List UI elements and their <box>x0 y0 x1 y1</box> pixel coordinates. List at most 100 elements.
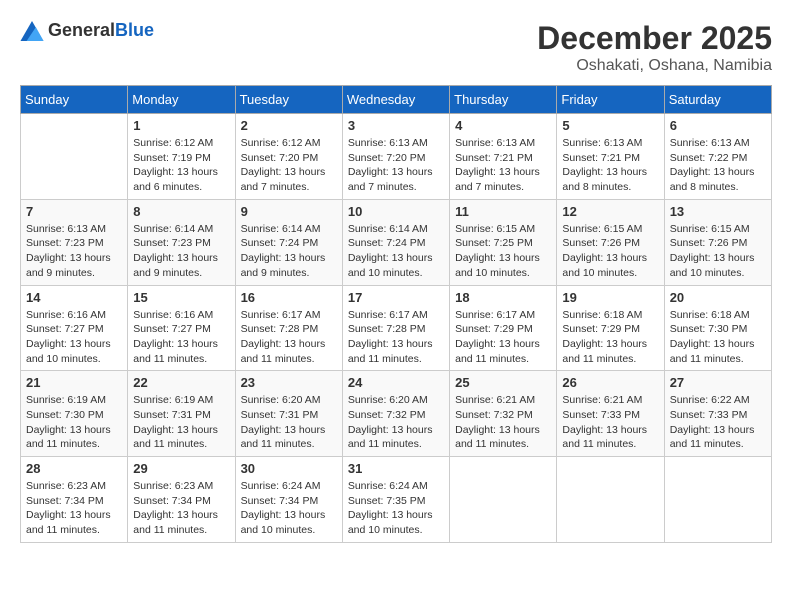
day-info: Sunrise: 6:14 AM Sunset: 7:24 PM Dayligh… <box>241 222 337 281</box>
calendar-cell: 20 Sunrise: 6:18 AM Sunset: 7:30 PM Dayli… <box>664 285 771 371</box>
header-thursday: Thursday <box>450 86 557 114</box>
month-title: December 2025 <box>537 20 772 57</box>
day-info: Sunrise: 6:16 AM Sunset: 7:27 PM Dayligh… <box>26 308 122 367</box>
calendar-week-5: 28 Sunrise: 6:23 AM Sunset: 7:34 PM Dayli… <box>21 457 772 543</box>
calendar-week-3: 14 Sunrise: 6:16 AM Sunset: 7:27 PM Dayli… <box>21 285 772 371</box>
calendar-week-4: 21 Sunrise: 6:19 AM Sunset: 7:30 PM Dayli… <box>21 371 772 457</box>
day-info: Sunrise: 6:23 AM Sunset: 7:34 PM Dayligh… <box>133 479 229 538</box>
day-number: 22 <box>133 375 229 390</box>
day-number: 12 <box>562 204 658 219</box>
day-number: 27 <box>670 375 766 390</box>
day-number: 31 <box>348 461 444 476</box>
calendar-cell: 19 Sunrise: 6:18 AM Sunset: 7:29 PM Dayli… <box>557 285 664 371</box>
day-info: Sunrise: 6:19 AM Sunset: 7:31 PM Dayligh… <box>133 393 229 452</box>
calendar-table: SundayMondayTuesdayWednesdayThursdayFrid… <box>20 85 772 543</box>
day-number: 17 <box>348 290 444 305</box>
day-info: Sunrise: 6:14 AM Sunset: 7:24 PM Dayligh… <box>348 222 444 281</box>
day-info: Sunrise: 6:20 AM Sunset: 7:32 PM Dayligh… <box>348 393 444 452</box>
day-info: Sunrise: 6:13 AM Sunset: 7:21 PM Dayligh… <box>562 136 658 195</box>
calendar-cell: 4 Sunrise: 6:13 AM Sunset: 7:21 PM Daylig… <box>450 114 557 200</box>
calendar-cell: 31Sunrise: 6:24 AM Sunset: 7:35 PM Dayli… <box>342 457 449 543</box>
day-info: Sunrise: 6:22 AM Sunset: 7:33 PM Dayligh… <box>670 393 766 452</box>
day-info: Sunrise: 6:17 AM Sunset: 7:29 PM Dayligh… <box>455 308 551 367</box>
day-info: Sunrise: 6:18 AM Sunset: 7:30 PM Dayligh… <box>670 308 766 367</box>
calendar-cell: 3 Sunrise: 6:13 AM Sunset: 7:20 PM Daylig… <box>342 114 449 200</box>
day-number: 11 <box>455 204 551 219</box>
logo-icon <box>20 21 44 41</box>
calendar-cell: 14 Sunrise: 6:16 AM Sunset: 7:27 PM Dayli… <box>21 285 128 371</box>
day-info: Sunrise: 6:19 AM Sunset: 7:30 PM Dayligh… <box>26 393 122 452</box>
day-number: 5 <box>562 118 658 133</box>
day-info: Sunrise: 6:23 AM Sunset: 7:34 PM Dayligh… <box>26 479 122 538</box>
day-info: Sunrise: 6:12 AM Sunset: 7:20 PM Dayligh… <box>241 136 337 195</box>
calendar-cell: 6Sunrise: 6:13 AM Sunset: 7:22 PM Daylig… <box>664 114 771 200</box>
day-info: Sunrise: 6:14 AM Sunset: 7:23 PM Dayligh… <box>133 222 229 281</box>
calendar-cell: 25 Sunrise: 6:21 AM Sunset: 7:32 PM Dayli… <box>450 371 557 457</box>
day-number: 29 <box>133 461 229 476</box>
calendar-cell: 13Sunrise: 6:15 AM Sunset: 7:26 PM Dayli… <box>664 199 771 285</box>
calendar-cell: 21 Sunrise: 6:19 AM Sunset: 7:30 PM Dayli… <box>21 371 128 457</box>
calendar-cell: 28 Sunrise: 6:23 AM Sunset: 7:34 PM Dayli… <box>21 457 128 543</box>
calendar-cell: 27 Sunrise: 6:22 AM Sunset: 7:33 PM Dayli… <box>664 371 771 457</box>
day-info: Sunrise: 6:16 AM Sunset: 7:27 PM Dayligh… <box>133 308 229 367</box>
calendar-cell: 10 Sunrise: 6:14 AM Sunset: 7:24 PM Dayli… <box>342 199 449 285</box>
day-info: Sunrise: 6:21 AM Sunset: 7:33 PM Dayligh… <box>562 393 658 452</box>
day-number: 2 <box>241 118 337 133</box>
day-number: 4 <box>455 118 551 133</box>
logo-blue: Blue <box>115 20 154 40</box>
day-number: 28 <box>26 461 122 476</box>
day-number: 24 <box>348 375 444 390</box>
day-info: Sunrise: 6:13 AM Sunset: 7:21 PM Dayligh… <box>455 136 551 195</box>
calendar-cell: 26 Sunrise: 6:21 AM Sunset: 7:33 PM Dayli… <box>557 371 664 457</box>
day-info: Sunrise: 6:13 AM Sunset: 7:23 PM Dayligh… <box>26 222 122 281</box>
calendar-cell: 24 Sunrise: 6:20 AM Sunset: 7:32 PM Dayli… <box>342 371 449 457</box>
day-number: 3 <box>348 118 444 133</box>
calendar-header-row: SundayMondayTuesdayWednesdayThursdayFrid… <box>21 86 772 114</box>
day-number: 7 <box>26 204 122 219</box>
calendar-cell: 18 Sunrise: 6:17 AM Sunset: 7:29 PM Dayli… <box>450 285 557 371</box>
day-info: Sunrise: 6:21 AM Sunset: 7:32 PM Dayligh… <box>455 393 551 452</box>
header-friday: Friday <box>557 86 664 114</box>
day-info: Sunrise: 6:20 AM Sunset: 7:31 PM Dayligh… <box>241 393 337 452</box>
calendar-cell: 2 Sunrise: 6:12 AM Sunset: 7:20 PM Daylig… <box>235 114 342 200</box>
calendar-cell <box>664 457 771 543</box>
location-subtitle: Oshakati, Oshana, Namibia <box>537 57 772 75</box>
day-info: Sunrise: 6:15 AM Sunset: 7:25 PM Dayligh… <box>455 222 551 281</box>
header-tuesday: Tuesday <box>235 86 342 114</box>
day-number: 25 <box>455 375 551 390</box>
calendar-cell: 22 Sunrise: 6:19 AM Sunset: 7:31 PM Dayli… <box>128 371 235 457</box>
calendar-cell: 11 Sunrise: 6:15 AM Sunset: 7:25 PM Dayli… <box>450 199 557 285</box>
day-number: 8 <box>133 204 229 219</box>
day-number: 19 <box>562 290 658 305</box>
header-sunday: Sunday <box>21 86 128 114</box>
logo-general: General <box>48 20 115 40</box>
calendar-cell <box>21 114 128 200</box>
day-info: Sunrise: 6:13 AM Sunset: 7:20 PM Dayligh… <box>348 136 444 195</box>
calendar-cell: 7 Sunrise: 6:13 AM Sunset: 7:23 PM Daylig… <box>21 199 128 285</box>
day-number: 30 <box>241 461 337 476</box>
calendar-cell: 8 Sunrise: 6:14 AM Sunset: 7:23 PM Daylig… <box>128 199 235 285</box>
day-number: 23 <box>241 375 337 390</box>
calendar-cell: 5 Sunrise: 6:13 AM Sunset: 7:21 PM Daylig… <box>557 114 664 200</box>
day-number: 18 <box>455 290 551 305</box>
header-saturday: Saturday <box>664 86 771 114</box>
day-number: 20 <box>670 290 766 305</box>
calendar-week-2: 7 Sunrise: 6:13 AM Sunset: 7:23 PM Daylig… <box>21 199 772 285</box>
day-number: 10 <box>348 204 444 219</box>
day-info: Sunrise: 6:13 AM Sunset: 7:22 PM Dayligh… <box>670 136 766 195</box>
calendar-cell: 30Sunrise: 6:24 AM Sunset: 7:34 PM Dayli… <box>235 457 342 543</box>
calendar-cell: 12 Sunrise: 6:15 AM Sunset: 7:26 PM Dayli… <box>557 199 664 285</box>
calendar-cell <box>557 457 664 543</box>
calendar-cell: 16Sunrise: 6:17 AM Sunset: 7:28 PM Dayli… <box>235 285 342 371</box>
day-number: 15 <box>133 290 229 305</box>
day-number: 21 <box>26 375 122 390</box>
header-wednesday: Wednesday <box>342 86 449 114</box>
calendar-cell: 15 Sunrise: 6:16 AM Sunset: 7:27 PM Dayli… <box>128 285 235 371</box>
day-number: 26 <box>562 375 658 390</box>
day-info: Sunrise: 6:18 AM Sunset: 7:29 PM Dayligh… <box>562 308 658 367</box>
calendar-cell: 29 Sunrise: 6:23 AM Sunset: 7:34 PM Dayli… <box>128 457 235 543</box>
title-block: December 2025 Oshakati, Oshana, Namibia <box>537 20 772 75</box>
day-number: 14 <box>26 290 122 305</box>
day-info: Sunrise: 6:15 AM Sunset: 7:26 PM Dayligh… <box>562 222 658 281</box>
calendar-week-1: 1Sunrise: 6:12 AM Sunset: 7:19 PM Daylig… <box>21 114 772 200</box>
